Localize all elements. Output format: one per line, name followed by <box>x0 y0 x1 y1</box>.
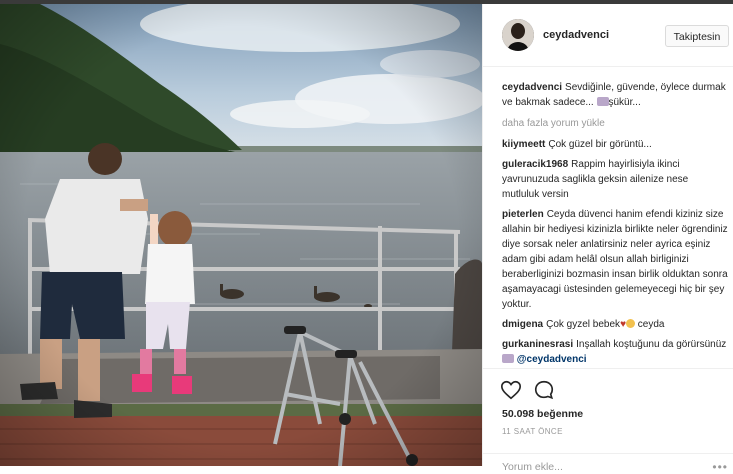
comment-text: Inşallah koştuğunu da görürsünüz <box>576 339 727 350</box>
comment-text: Çok güzel bir görüntü... <box>548 139 652 150</box>
post-username[interactable]: ceydadvenci <box>543 29 609 41</box>
heart-icon[interactable] <box>500 379 522 401</box>
post-header: ceydadvenci Takiptesin <box>483 4 733 67</box>
comment-mention-link[interactable]: @ceydadvenci <box>517 354 587 365</box>
comment-icon[interactable] <box>533 379 555 401</box>
post-photo[interactable] <box>0 4 482 466</box>
list-item: dmigena Çok gyzel bebek♥ ceyda <box>502 317 728 332</box>
family-emoji-icon <box>502 354 514 363</box>
photo-scene <box>0 4 482 466</box>
comment-text: Çok gyzel bebek <box>546 319 621 330</box>
comment-tail: ceyda <box>637 319 665 330</box>
caption-username[interactable]: ceydadvenci <box>502 82 562 93</box>
add-comment-input[interactable]: Yorum ekle... <box>502 461 563 473</box>
comment-username[interactable]: gurkaninesrasi <box>502 339 573 350</box>
more-options-icon[interactable]: ••• <box>712 460 728 474</box>
caption-tail: şükür... <box>608 97 641 108</box>
add-comment-bar: Yorum ekle... ••• <box>483 453 733 474</box>
list-item: guleracik1968 Rappim hayirlisiyla ikinci … <box>502 157 728 202</box>
post-sidebar: ceydadvenci Takiptesin ceydadvenci Sevdiğ… <box>482 4 733 474</box>
list-item: gurkaninesrasi Inşallah koştuğunu da görü… <box>502 337 728 367</box>
comment-text: Ceyda düvenci hanim efendi kiziniz size … <box>502 209 728 310</box>
comments-list: ceydadvenci Sevdiğinle, güvende, öylece d… <box>502 80 728 372</box>
list-item: kiiymeett Çok güzel bir görüntü... <box>502 137 728 152</box>
follow-button[interactable]: Takiptesin <box>665 25 729 47</box>
post-actions: 50.098 beğenme 11 SAAT ÖNCE Yorum ekle..… <box>483 368 733 474</box>
comment-username[interactable]: guleracik1968 <box>502 159 568 170</box>
load-more-comments-link[interactable]: daha fazla yorum yükle <box>502 116 728 131</box>
post-timestamp: 11 SAAT ÖNCE <box>502 427 563 436</box>
comment-username[interactable]: kiiymeett <box>502 139 545 150</box>
comment-username[interactable]: pieterlen <box>502 209 544 220</box>
heart-emoji-icon: ♥ <box>620 319 626 330</box>
smile-emoji-icon <box>626 319 635 328</box>
avatar[interactable] <box>502 19 534 51</box>
likes-count[interactable]: 50.098 beğenme <box>502 408 583 420</box>
caption: ceydadvenci Sevdiğinle, güvende, öylece d… <box>502 80 728 110</box>
list-item: pieterlen Ceyda düvenci hanim efendi kizi… <box>502 207 728 312</box>
comment-username[interactable]: dmigena <box>502 319 543 330</box>
family-emoji-icon <box>596 97 609 106</box>
